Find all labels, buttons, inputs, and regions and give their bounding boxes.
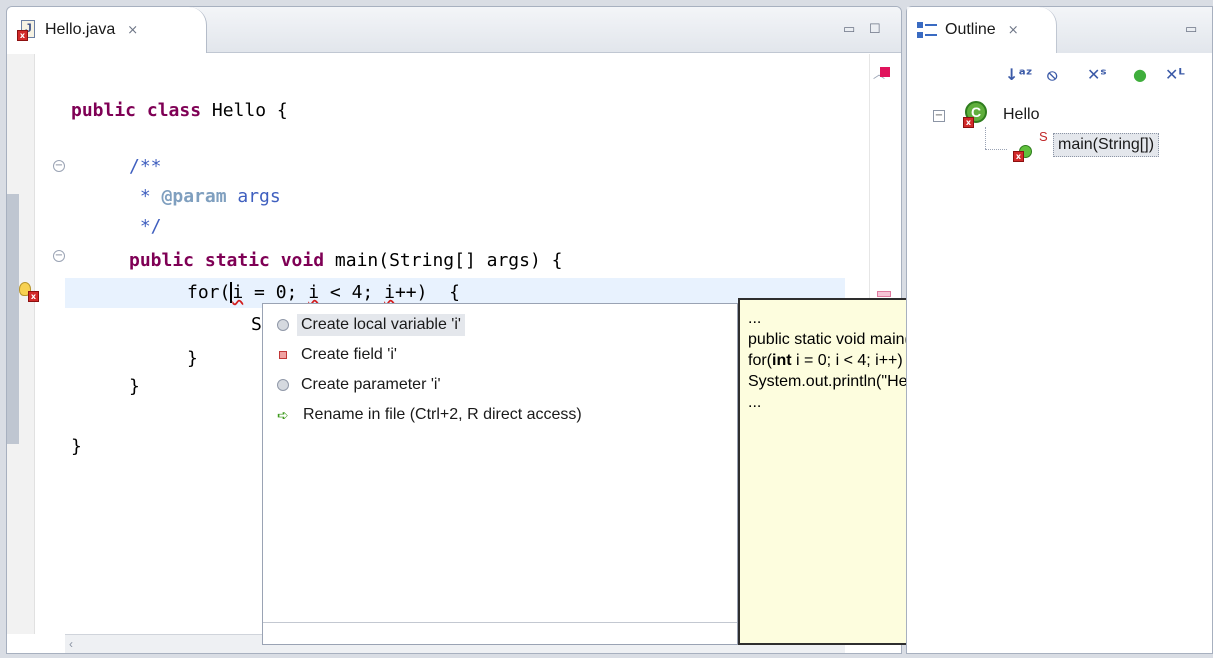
error-overview-icon[interactable] bbox=[880, 67, 890, 77]
java-file-icon: J x bbox=[17, 19, 39, 41]
quickfix-error-marker-icon[interactable]: x bbox=[19, 282, 43, 306]
code-line: * @param args bbox=[129, 186, 281, 207]
tree-connector bbox=[985, 149, 1007, 150]
outline-pane: Outline ⨯ ▭ ↓ᵃᶻ ⦸ ✕ˢ ● ✕ᴸ − C x Hello x … bbox=[906, 6, 1213, 654]
minimize-icon[interactable]: ▭ bbox=[1185, 21, 1197, 37]
outline-tab[interactable]: Outline ⨯ bbox=[907, 7, 1057, 53]
close-icon[interactable]: ⨯ bbox=[1008, 22, 1019, 38]
quickfix-item-label: Create parameter 'i' bbox=[301, 376, 441, 393]
fold-toggle-icon[interactable]: − bbox=[53, 160, 65, 172]
editor-tab-hello-java[interactable]: J x Hello.java ⨯ bbox=[7, 7, 207, 53]
code-line: public static void main(String[] args) { bbox=[129, 250, 563, 271]
minimize-icon[interactable]: ▭ bbox=[843, 21, 855, 37]
code-line: /** bbox=[129, 156, 162, 177]
rename-icon: ➪ bbox=[277, 407, 289, 423]
error-badge-icon: x bbox=[1013, 151, 1024, 162]
error-badge-icon: x bbox=[17, 30, 28, 41]
hide-static-icon[interactable]: ✕ˢ bbox=[1087, 65, 1107, 84]
quickfix-item-label: Create local variable 'i' bbox=[297, 314, 465, 336]
sort-icon[interactable]: ↓ᵃᶻ bbox=[1005, 65, 1032, 84]
scroll-left-icon[interactable]: ‹ bbox=[69, 637, 73, 651]
quickfix-item-label: Rename in file (Ctrl+2, R direct access) bbox=[303, 406, 582, 423]
outline-toolbar: ↓ᵃᶻ ⦸ ✕ˢ ● ✕ᴸ bbox=[907, 53, 1212, 97]
error-token: i bbox=[384, 282, 395, 303]
tree-connector bbox=[985, 127, 986, 149]
static-modifier-label: S bbox=[1039, 129, 1048, 144]
outline-method-label[interactable]: main(String[]) bbox=[1053, 133, 1160, 157]
ruler-highlight bbox=[7, 194, 19, 444]
local-variable-icon bbox=[277, 319, 289, 331]
quickfix-item[interactable]: Create field 'i' bbox=[277, 340, 403, 370]
error-badge-icon: x bbox=[963, 117, 974, 128]
hide-fields-icon[interactable]: ⦸ bbox=[1047, 65, 1057, 85]
quickfix-popup: Create local variable 'i' Create field '… bbox=[262, 303, 738, 645]
parameter-icon bbox=[277, 379, 289, 391]
fold-toggle-icon[interactable]: − bbox=[53, 250, 65, 262]
fold-gutter bbox=[35, 54, 65, 634]
field-icon bbox=[279, 351, 287, 359]
tree-collapse-icon[interactable]: − bbox=[933, 110, 945, 122]
error-token: i bbox=[308, 282, 320, 303]
outline-icon bbox=[917, 20, 939, 40]
editor-tabbar: J x Hello.java ⨯ ▭ ☐ bbox=[7, 7, 901, 53]
error-line-marker[interactable] bbox=[877, 291, 891, 297]
quickfix-item-label: Create field 'i' bbox=[301, 346, 397, 363]
quickfix-status-bar bbox=[263, 622, 737, 644]
quickfix-item[interactable]: Create parameter 'i' bbox=[277, 370, 447, 400]
code-line: */ bbox=[129, 216, 162, 237]
outline-class-label[interactable]: Hello bbox=[1003, 106, 1039, 124]
quickfix-item[interactable]: Create local variable 'i' bbox=[277, 310, 471, 340]
outline-tab-label: Outline bbox=[945, 21, 996, 38]
hide-local-types-icon[interactable]: ✕ᴸ bbox=[1165, 65, 1185, 84]
quickfix-item[interactable]: ➪ Rename in file (Ctrl+2, R direct acces… bbox=[277, 400, 588, 430]
close-icon[interactable]: ⨯ bbox=[127, 22, 138, 38]
editor-tab-label: Hello.java bbox=[45, 21, 116, 38]
eclipse-workbench: J x Hello.java ⨯ ▭ ☐ − − x public class … bbox=[0, 0, 1213, 658]
error-token: i bbox=[230, 282, 244, 303]
code-line: public class Hello { bbox=[71, 100, 288, 121]
maximize-icon[interactable]: ☐ bbox=[869, 21, 881, 37]
hide-nonpublic-icon[interactable]: ● bbox=[1133, 65, 1147, 84]
left-ruler bbox=[7, 54, 35, 634]
